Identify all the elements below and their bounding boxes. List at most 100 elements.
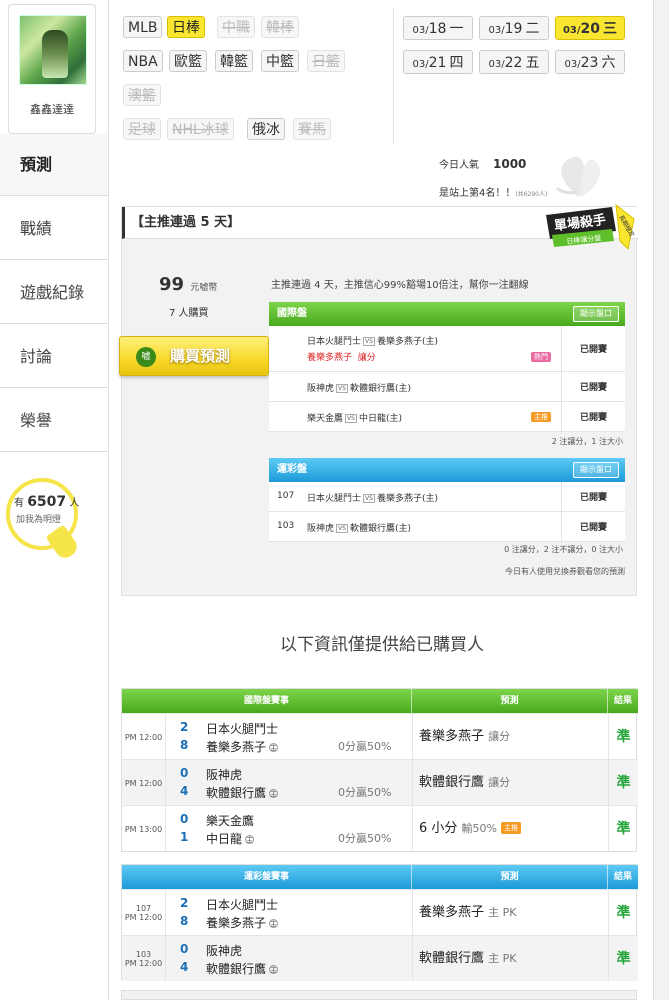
intl-summary: 2 注讓分，1 注大小 <box>551 437 623 446</box>
home-team: 軟體銀行鷹主 <box>206 962 279 976</box>
sport-tab[interactable]: 足球 <box>123 118 161 140</box>
sport-tab[interactable]: 韓籃 <box>215 50 253 72</box>
away-team: 阪神虎 <box>206 944 243 958</box>
prediction: 養樂多燕子 讓分 <box>412 714 608 760</box>
result-correct: 準 <box>608 890 638 936</box>
show-odds-button[interactable]: 顯示盤口 <box>573 306 619 322</box>
intl-row: 日本火腿鬥士 VS 養樂多燕子(主) 養樂多燕子 讓分 熱門 已開賽 <box>269 326 625 372</box>
prediction: 養樂多燕子 主 PK <box>412 890 608 936</box>
prediction: 軟體銀行鷹 主 PK <box>412 936 608 982</box>
sport-tab[interactable]: MLB <box>123 16 163 38</box>
home-team: 養樂多燕子主 <box>206 916 279 930</box>
home-score: 8 <box>180 914 189 928</box>
show-odds-button[interactable]: 顯示盤口 <box>573 462 619 478</box>
nav-item-game-log[interactable]: 遊戲紀錄 <box>0 262 108 324</box>
home-score: 4 <box>180 784 189 798</box>
col-header: 結果 <box>613 696 632 706</box>
date-button[interactable]: 03/18 一 <box>403 16 473 40</box>
fans-count: 有 6507 人 <box>14 494 80 510</box>
sport-tab[interactable]: 俄冰 <box>247 118 285 140</box>
date-button[interactable]: 03/23 六 <box>555 50 625 74</box>
profile-card[interactable]: 鑫鑫達達 <box>8 4 96 134</box>
purchaser-only-notice: 以下資訊僅提供給已購買人 <box>280 635 484 655</box>
sport-tab[interactable]: 日籃 <box>307 50 345 72</box>
lottery-row: 107 日本火腿鬥士 VS 養樂多燕子(主) 已開賽 <box>269 482 625 512</box>
game-time: PM 12:00 <box>122 714 166 760</box>
next-panel-edge <box>121 990 637 1000</box>
follow-link[interactable]: 加我為明燈 <box>16 512 61 525</box>
nav-item-predict[interactable]: 預測 <box>0 134 108 196</box>
result-correct: 準 <box>608 806 638 852</box>
main-pick-badge: 主推 <box>501 822 522 834</box>
sport-tab[interactable]: NHL冰球 <box>167 118 234 140</box>
sport-tab[interactable]: 澳籃 <box>123 84 161 106</box>
game-time: PM 12:00 <box>122 760 166 806</box>
date-button[interactable]: 03/22 五 <box>479 50 549 74</box>
price: 99 元嘘幣 <box>159 274 218 295</box>
divider <box>393 8 394 144</box>
home-mark-icon: 主 <box>269 789 279 798</box>
username[interactable]: 鑫鑫達達 <box>9 101 95 117</box>
odds: 0分贏50% <box>338 832 392 845</box>
prediction: 軟體銀行鷹 讓分 <box>412 760 608 806</box>
away-team: 樂天金鷹 <box>206 814 255 828</box>
sport-tab[interactable]: NBA <box>123 50 163 72</box>
nav-item-honor[interactable]: 榮譽 <box>0 390 108 452</box>
status: 已開賽 <box>561 512 625 541</box>
date-button[interactable]: 03/21 四 <box>403 50 473 74</box>
intl-row: 樂天金鷹 VS 中日龍(主) 主推 已開賽 <box>269 402 625 432</box>
home-team: 軟體銀行鷹主 <box>206 786 279 800</box>
sidebar: 鑫鑫達達 預測 戰績 遊戲紀錄 討論 榮譽 有 6507 人 加我為明燈 <box>0 0 108 1000</box>
table-row: PM 12:00 2 日本火腿鬥士 8 養樂多燕子主 0分贏50% 養樂多燕子 讓分準 <box>122 713 638 760</box>
hot-badge: 熱門 <box>531 352 551 362</box>
popularity-rank: 是站上第4名！！(共6290人) <box>439 188 548 199</box>
sport-tab[interactable]: 歐籃 <box>169 50 207 72</box>
away-score: 2 <box>180 720 189 734</box>
nav-item-record[interactable]: 戰績 <box>0 198 108 260</box>
result-correct: 準 <box>608 936 638 982</box>
status: 已開賽 <box>561 372 625 401</box>
col-header: 運彩盤賽事 <box>122 865 412 889</box>
sport-tab[interactable]: 日棒 <box>167 16 205 38</box>
buy-prediction-button[interactable]: 嘘 購買預測 <box>119 336 269 376</box>
status: 已開賽 <box>561 482 625 511</box>
home-mark-icon: 主 <box>269 919 279 928</box>
popularity: 今日人氣 1000 <box>439 157 527 171</box>
status: 已開賽 <box>561 402 625 431</box>
intl-section-header: 國際盤 顯示盤口 <box>269 302 625 326</box>
game-time: 107 PM 12:00 <box>122 890 166 936</box>
col-header: 預測 <box>412 689 608 713</box>
game-time: PM 13:00 <box>122 806 166 852</box>
odds: 0分贏50% <box>338 786 392 799</box>
result-correct: 準 <box>608 714 638 760</box>
table-row: 107 PM 12:00 2 日本火腿鬥士 8 養樂多燕子主 養樂多燕子 主 PK 準 <box>122 889 638 936</box>
main-pick-badge: 主推 <box>531 412 551 422</box>
sport-tab[interactable]: 韓棒 <box>261 16 299 38</box>
home-mark-icon: 主 <box>245 835 255 844</box>
nav-item-discussion[interactable]: 討論 <box>0 326 108 388</box>
home-score: 1 <box>180 830 189 844</box>
lottery-results-table: 運彩盤賽事 預測 結果 107 PM 12:00 2 日本火腿鬥士 8 養樂多燕子主 養樂多… <box>121 864 638 982</box>
sport-tab[interactable]: 中籃 <box>261 50 299 72</box>
table-row: PM 13:00 0 樂天金鷹 1 中日龍主 0分贏50% 6 小分 輸50% 主推準 <box>122 805 638 852</box>
date-button[interactable]: 03/19 二 <box>479 16 549 40</box>
intl-row: 阪神虎 VS 軟體銀行鷹(主) 已開賽 <box>269 372 625 402</box>
table-row: PM 12:00 0 阪神虎 4 軟體銀行鷹主 0分贏50% 軟體銀行鷹 讓分準 <box>122 759 638 806</box>
buyer-count: 7 人購買 <box>169 308 209 319</box>
sport-tab[interactable]: 中職 <box>217 16 255 38</box>
col-header: 結果 <box>613 872 632 882</box>
main-content: MLB 日棒 中職 韓棒 NBA 歐籃 韓籃 中籃 日籃澳籃足球 NHL冰球 俄冰 賽馬 03/18 一… <box>108 0 654 1000</box>
date-button[interactable]: 03/20 三 <box>555 16 625 40</box>
status: 已開賽 <box>561 326 625 371</box>
sport-tab[interactable]: 賽馬 <box>293 118 331 140</box>
home-team: 中日龍主 <box>206 832 255 846</box>
lottery-section-header: 運彩盤 顯示盤口 <box>269 458 625 482</box>
avatar[interactable] <box>19 15 87 85</box>
away-score: 0 <box>180 812 189 826</box>
table-row: 103 PM 12:00 0 阪神虎 4 軟體銀行鷹主 軟體銀行鷹 主 PK 準 <box>122 935 638 982</box>
game-time: 103 PM 12:00 <box>122 936 166 982</box>
lottery-summary: 0 注讓分，2 注不讓分，0 注大小 <box>504 545 623 554</box>
home-score: 8 <box>180 738 189 752</box>
panel-intro: 主推連過 4 天，主推信心99%豁場10倍注，幫你一注翻線 <box>271 280 529 291</box>
home-mark-icon: 主 <box>269 965 279 974</box>
